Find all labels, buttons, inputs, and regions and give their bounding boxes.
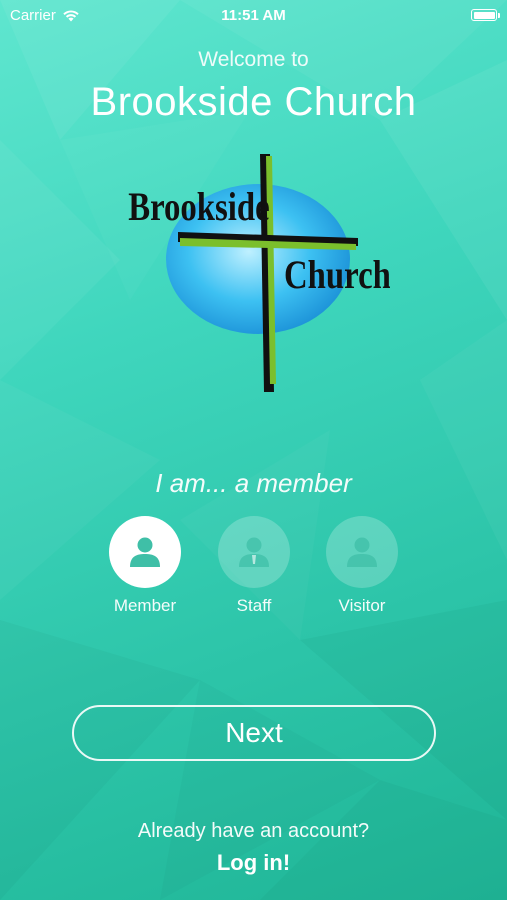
role-staff-button[interactable]: Staff: [204, 516, 304, 616]
status-bar: Carrier 11:51 AM: [0, 0, 507, 30]
logo-word-bottom: Church: [284, 252, 390, 297]
clock: 11:51 AM: [221, 6, 286, 24]
background-pattern: [0, 0, 507, 900]
role-staff-circle[interactable]: [218, 516, 290, 588]
role-prompt: I am... a member: [155, 468, 352, 498]
visitor-person-icon: [347, 537, 377, 567]
role-member-button[interactable]: Member: [95, 516, 195, 616]
page-title: Brookside Church: [90, 80, 417, 124]
role-staff-label: Staff: [236, 596, 272, 615]
church-logo: Brookside Church: [128, 154, 390, 392]
role-member-label: Member: [113, 596, 177, 615]
role-member-circle[interactable]: [109, 516, 181, 588]
welcome-text: Welcome to: [198, 48, 309, 71]
login-link[interactable]: Log in!: [0, 850, 507, 876]
logo-word-top: Brookside: [128, 184, 270, 229]
member-person-icon: [130, 537, 160, 567]
battery-icon: [471, 9, 500, 21]
role-visitor-button[interactable]: Visitor: [312, 516, 412, 616]
role-visitor-circle[interactable]: [326, 516, 398, 588]
next-button[interactable]: Next: [72, 705, 436, 761]
staff-person-icon: [239, 537, 269, 567]
account-prompt: Already have an account?: [137, 820, 370, 842]
role-visitor-label: Visitor: [338, 596, 386, 615]
